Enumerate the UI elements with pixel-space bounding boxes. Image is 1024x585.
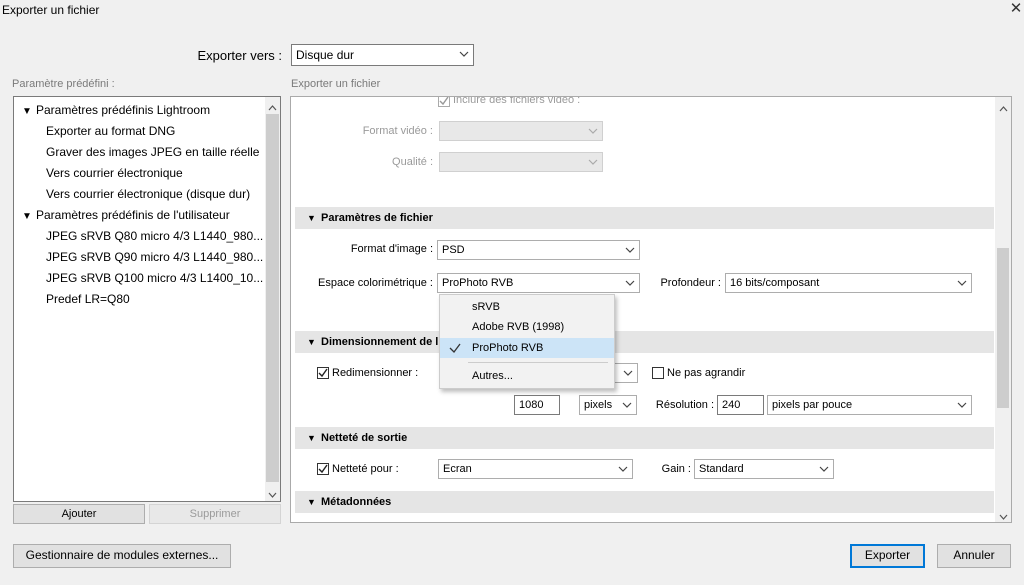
scroll-up-icon[interactable] [268,100,277,114]
colorspace-option-selected[interactable]: ProPhoto RVB [440,338,614,358]
preset-group-lightroom[interactable]: ▼ Paramètres prédéfinis Lightroom [22,103,210,117]
colorspace-dropdown-menu[interactable]: sRVB Adobe RVB (1998) ProPhoto RVB Autre… [439,294,615,389]
sharpen-label: Netteté pour : [332,463,399,475]
bit-depth-label: Profondeur : [660,277,721,289]
video-format-label: Format vidéo : [362,125,433,137]
amount-select[interactable]: Standard [694,459,834,479]
colorspace-option[interactable]: Adobe RVB (1998) [440,317,614,337]
chevron-down-icon [957,274,967,292]
preset-caption: Paramètre prédéfini : [12,78,115,90]
preset-scrollbar[interactable] [265,97,280,501]
video-quality-label: Qualité : [392,156,433,168]
resolution-label: Résolution : [655,399,714,411]
panel-caption: Exporter un fichier [291,78,381,90]
include-video-checkbox[interactable] [438,97,450,107]
preset-item[interactable]: Vers courrier électronique (disque dur) [46,187,250,201]
no-enlarge-label: Ne pas agrandir [667,367,746,379]
resolution-unit-value: pixels par pouce [772,399,853,411]
colorspace-select[interactable]: ProPhoto RVB [437,273,640,293]
preset-item[interactable]: Graver des images JPEG en taille réelle [46,145,259,159]
metadata-header[interactable]: ▼ Métadonnées [295,491,994,513]
no-enlarge-checkbox[interactable] [652,367,664,379]
sharpen-for-value: Ecran [443,463,472,475]
output-sharpening-header[interactable]: ▼ Netteté de sortie [295,427,994,449]
preset-group-user[interactable]: ▼ Paramètres prédéfinis de l'utilisateur [22,208,230,222]
bit-depth-value: 16 bits/composant [730,277,820,289]
size-unit-value: pixels [584,399,613,411]
preset-item[interactable]: JPEG sRVB Q90 micro 4/3 L1440_980... [46,250,263,264]
bit-depth-select[interactable]: 16 bits/composant [725,273,972,293]
menu-separator [468,362,608,363]
scroll-thumb[interactable] [997,248,1009,408]
close-icon[interactable]: ✕ [1008,0,1024,18]
chevron-down-icon [623,364,633,382]
image-format-select[interactable]: PSD [437,240,640,260]
export-to-value: Disque dur [296,48,355,62]
amount-value: Standard [699,463,744,475]
amount-label: Gain : [661,463,691,475]
export-to-select[interactable]: Disque dur [291,44,474,66]
colorspace-label: Espace colorimétrique : [318,277,433,289]
collapse-triangle-icon[interactable]: ▼ [307,331,321,353]
preset-item[interactable]: Exporter au format DNG [46,124,175,138]
collapse-triangle-icon[interactable]: ▼ [307,207,321,229]
scroll-down-icon[interactable] [999,510,1008,522]
colorspace-value: ProPhoto RVB [442,277,514,289]
chevron-down-icon [957,396,967,414]
video-quality-select[interactable] [439,152,603,172]
chevron-down-icon [622,396,632,414]
export-button[interactable]: Exporter [850,544,925,568]
preset-item[interactable]: Vers courrier électronique [46,166,183,180]
preset-item[interactable]: JPEG sRVB Q80 micro 4/3 L1440_980... [46,229,263,243]
scroll-up-icon[interactable] [999,101,1008,115]
chevron-down-icon [588,153,598,171]
cancel-button[interactable]: Annuler [937,544,1011,568]
include-video-label: Inclure des fichiers vidéo : [453,96,581,106]
resize-label: Redimensionner : [332,367,419,379]
scroll-thumb[interactable] [266,114,279,482]
window-title: Exporter un fichier [2,3,100,17]
chevron-down-icon [625,241,635,259]
add-preset-button[interactable]: Ajouter [13,504,145,524]
chevron-down-icon [819,460,829,478]
image-sizing-header[interactable]: ▼ Dimensionnement de l [295,331,994,353]
colorspace-option[interactable]: Autres... [440,366,614,386]
sharpen-checkbox[interactable] [317,463,329,475]
chevron-down-icon [625,274,635,292]
size-input[interactable]: 1080 [514,395,560,415]
panel-scrollbar[interactable] [995,97,1011,522]
plugin-manager-button[interactable]: Gestionnaire de modules externes... [13,544,231,568]
image-format-label: Format d'image : [350,243,433,255]
collapse-triangle-icon[interactable]: ▼ [22,211,36,222]
export-to-label: Exporter vers : [197,48,282,63]
video-format-select[interactable] [439,121,603,141]
collapse-triangle-icon[interactable]: ▼ [22,106,36,117]
preset-item[interactable]: Predef LR=Q80 [46,292,130,306]
resize-checkbox[interactable] [317,367,329,379]
colorspace-option[interactable]: sRVB [440,297,614,317]
chevron-down-icon [459,45,469,63]
collapse-triangle-icon[interactable]: ▼ [307,491,321,513]
scroll-down-icon[interactable] [268,488,277,502]
checkmark-icon [448,338,462,365]
image-format-value: PSD [442,244,465,256]
preset-list[interactable]: ▼ Paramètres prédéfinis Lightroom Exporte… [13,96,281,502]
preset-item[interactable]: JPEG sRVB Q100 micro 4/3 L1400_10... [46,271,263,285]
remove-preset-button[interactable]: Supprimer [149,504,281,524]
chevron-down-icon [618,460,628,478]
chevron-down-icon [588,122,598,140]
settings-panel[interactable]: Inclure des fichiers vidéo : Format vidé… [290,96,1012,523]
size-unit-select[interactable]: pixels [579,395,637,415]
file-settings-header[interactable]: ▼ Paramètres de fichier [295,207,994,229]
sharpen-for-select[interactable]: Ecran [438,459,633,479]
resolution-input[interactable]: 240 [717,395,764,415]
resolution-unit-select[interactable]: pixels par pouce [767,395,972,415]
collapse-triangle-icon[interactable]: ▼ [307,427,321,449]
